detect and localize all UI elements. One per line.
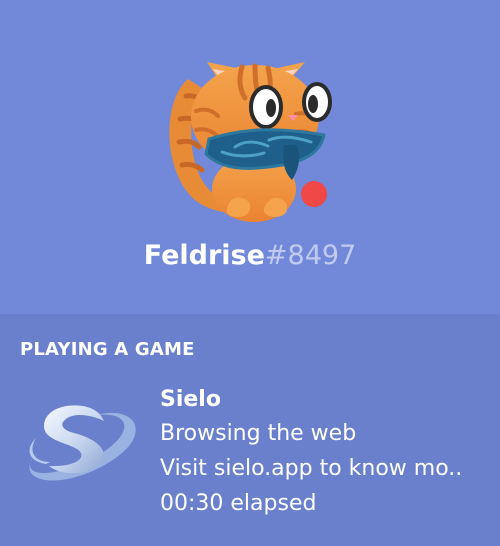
activity-details: Sielo Browsing the web Visit sielo.app t… [160,384,490,521]
discriminator: #8497 [264,240,357,271]
activity-state-text: Visit sielo.app to know mo.. [160,456,463,481]
profile-header: Feldrise#8497 [0,0,500,314]
user-profile-card: Feldrise#8497 PLAYING A GAME Sielo Brows… [0,0,500,546]
elapsed-time: 00:30 elapsed [160,491,317,516]
username-row: Feldrise#8497 [0,238,500,274]
activity-details-text: Browsing the web [160,421,357,446]
activity-header: PLAYING A GAME [20,339,195,360]
activity-section: PLAYING A GAME Sielo Browsing the web Vi… [0,314,500,546]
sielo-logo-icon [29,405,136,481]
username: Feldrise [143,240,265,271]
status-indicator [297,177,331,211]
user-avatar[interactable] [160,44,340,224]
game-name: Sielo [160,387,221,412]
